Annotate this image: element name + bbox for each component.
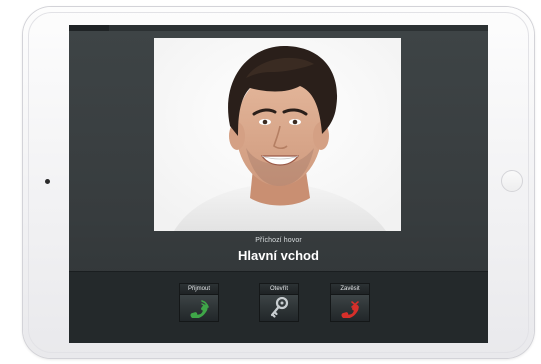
key-icon [270, 297, 289, 318]
hangup-action[interactable]: Zavěsit [330, 283, 370, 333]
answer-button[interactable] [179, 294, 219, 322]
status-bar [69, 25, 488, 31]
home-button[interactable] [501, 170, 523, 192]
open-door-button[interactable] [259, 294, 299, 322]
phone-hangup-icon [341, 301, 359, 318]
open-label: Otevřít [259, 283, 299, 294]
call-location-title: Hlavní vchod [238, 248, 319, 263]
hangup-button[interactable] [330, 294, 370, 322]
answer-action[interactable]: Přijmout [179, 283, 219, 333]
video-feed [154, 38, 401, 231]
front-camera [45, 179, 50, 184]
phone-answer-icon [190, 300, 209, 318]
answer-label: Přijmout [179, 283, 219, 294]
open-door-action[interactable]: Otevřít [259, 283, 299, 333]
action-bar: Přijmout Otevřít Zavěsit [69, 271, 488, 343]
intercom-screen: Příchozí hovor Hlavní vchod Přijmout Ote… [69, 25, 488, 343]
call-status-text: Příchozí hovor [255, 237, 302, 244]
visitor-video-image [154, 38, 401, 231]
hangup-label: Zavěsit [330, 283, 370, 294]
